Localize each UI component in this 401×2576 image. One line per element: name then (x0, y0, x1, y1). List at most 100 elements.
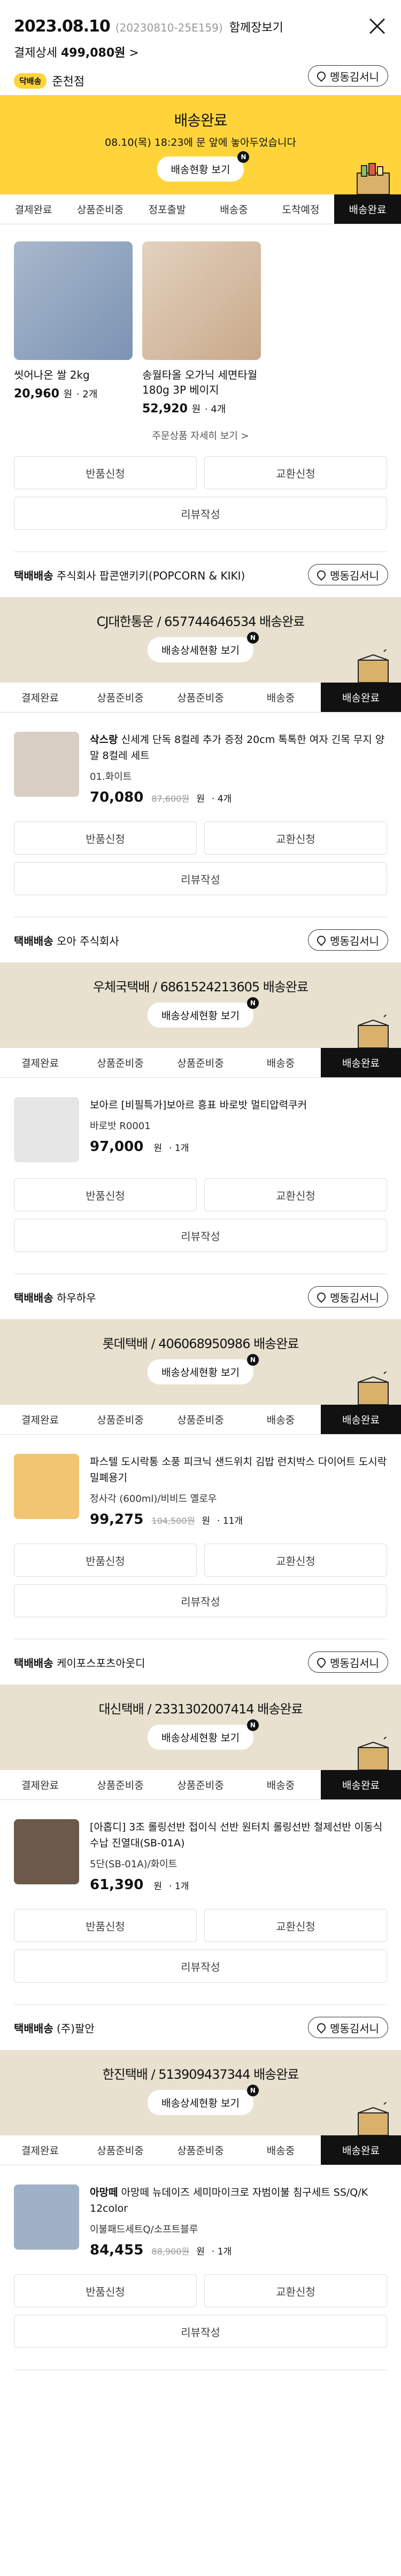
tab-paid[interactable]: 결제완료 (0, 1048, 80, 1077)
order-item[interactable]: 아망떼 아망떼 뉴데이즈 세미마이크로 자범이불 침구세트 SS/Q/K 12c… (0, 2165, 401, 2274)
tracking-detail-button[interactable]: 배송상세현황 보기 N (148, 1354, 259, 1384)
new-badge: N (246, 1354, 259, 1366)
new-badge: N (246, 1719, 259, 1731)
exchange-button[interactable]: 교환신청 (204, 1544, 387, 1577)
product-card[interactable]: 송월타올 오가닉 세면타월180g 3P 베이지 52,920 원 · 4개 (142, 241, 261, 416)
delivery-status-banner: 한진택배 / 513909437344 배송완료 배송상세현황 보기 N (0, 2050, 401, 2135)
review-button[interactable]: 리뷰작성 (14, 1584, 387, 1617)
tab-shipping[interactable]: 배송중 (241, 683, 321, 712)
carrier-row: 택배배송 주식회사 팝콘앤키키(POPCORN & KIKI) 멩동김서니 (0, 552, 401, 597)
tab-paid[interactable]: 결제완료 (0, 2135, 80, 2165)
return-button[interactable]: 반품신청 (14, 2274, 197, 2307)
location-pin-icon (315, 1290, 328, 1303)
tracking-button[interactable]: 배송현황 보기 N (157, 151, 250, 182)
tab-preparing[interactable]: 상품준비중 (80, 2135, 160, 2165)
seller-name: 오아 주식회사 (56, 934, 119, 948)
location-pin-icon (315, 2021, 328, 2034)
order-date: 2023.08.10 (14, 17, 111, 36)
together-link[interactable]: 함께장보기 (229, 18, 283, 35)
return-button[interactable]: 반품신청 (14, 456, 197, 489)
delivery-box-icon (358, 1372, 389, 1405)
order-detail-link[interactable]: 주문상품 자세히 보기 > (0, 428, 401, 442)
tab-shipping[interactable]: 배송중 (241, 1405, 321, 1434)
tab-shipping[interactable]: 배송중 (241, 2135, 321, 2165)
tab-shipping[interactable]: 배송중 (241, 1770, 321, 1799)
item-brand: 아망떼 (90, 2187, 118, 2198)
review-button[interactable]: 리뷰작성 (14, 1219, 387, 1252)
tab-preparing[interactable]: 상품준비중 (160, 1770, 241, 1799)
tracking-detail-button[interactable]: 배송상세현황 보기 N (148, 632, 259, 662)
tab-paid[interactable]: 결제완료 (0, 683, 80, 712)
address-button[interactable]: 멩동김서니 (308, 65, 388, 87)
tab-preparing[interactable]: 상품준비중 (160, 683, 241, 712)
item-price: 99,275 104,500원 원 · 11개 (90, 1512, 243, 1528)
seller-name: 주식회사 팝콘앤키키(POPCORN & KIKI) (56, 569, 245, 582)
tab-preparing[interactable]: 상품준비중 (80, 1405, 160, 1434)
exchange-button[interactable]: 교환신청 (204, 1178, 387, 1211)
tracking-detail-button[interactable]: 배송상세현황 보기 N (148, 1719, 259, 1750)
carrier-row: 택배배송 (주)팔안 멩동김서니 (0, 2005, 401, 2050)
address-button[interactable]: 멩동김서니 (308, 564, 388, 585)
order-item[interactable]: 삭스랑 신세계 단독 8컬레 추가 증정 20cm 톡톡한 여자 긴목 무지 양… (0, 712, 401, 821)
tab-shipping[interactable]: 배송중 (200, 194, 267, 224)
tab-preparing[interactable]: 상품준비중 (160, 1405, 241, 1434)
order-item[interactable]: [아홉디] 3조 롤링선반 접이식 선반 원터치 롤링선반 철제선반 이동식 수… (0, 1800, 401, 1909)
tab-paid[interactable]: 결제완료 (0, 194, 67, 224)
tab-departed[interactable]: 정포출발 (134, 194, 200, 224)
exchange-button[interactable]: 교환신청 (204, 821, 387, 855)
status-desc: 08.10(목) 18:23에 문 앞에 놓아두었습니다 (105, 137, 296, 148)
tab-arriving[interactable]: 도착예정 (267, 194, 334, 224)
tab-delivered[interactable]: 배송완료 (321, 1048, 401, 1077)
tab-preparing[interactable]: 상품준비중 (160, 2135, 241, 2165)
tab-paid[interactable]: 결제완료 (0, 1770, 80, 1799)
address-button[interactable]: 멩동김서니 (308, 2017, 388, 2038)
tab-delivered[interactable]: 배송완료 (321, 2135, 401, 2165)
item-name: 아망떼 뉴데이즈 세미마이크로 자범이불 침구세트 SS/Q/K 12color (90, 2187, 368, 2214)
tab-preparing[interactable]: 상품준비중 (67, 194, 134, 224)
tab-preparing[interactable]: 상품준비중 (160, 1048, 241, 1077)
tab-paid[interactable]: 결제완료 (0, 1405, 80, 1434)
address-button[interactable]: 멩동김서니 (308, 1651, 388, 1673)
item-brand: 삭스랑 (90, 734, 118, 746)
review-button[interactable]: 리뷰작성 (14, 2315, 387, 2348)
review-button[interactable]: 리뷰작성 (14, 1949, 387, 1983)
review-button[interactable]: 리뷰작성 (14, 497, 387, 530)
tab-delivered[interactable]: 배송완료 (321, 1770, 401, 1799)
exchange-button[interactable]: 교환신청 (204, 456, 387, 489)
item-image (14, 2184, 79, 2250)
product-name: 씻어나온 쌀 2kg (14, 369, 90, 381)
address-button[interactable]: 멩동김서니 (308, 1286, 388, 1307)
item-image (14, 732, 79, 797)
location-pin-icon (315, 934, 328, 946)
tab-delivered[interactable]: 배송완료 (321, 683, 401, 712)
carrier-row: 택배배송 케이포스포츠아웃디 멩동김서니 (0, 1640, 401, 1685)
return-button[interactable]: 반품신청 (14, 1178, 197, 1211)
close-icon[interactable] (368, 17, 386, 35)
tab-shipping[interactable]: 배송중 (241, 1048, 321, 1077)
tracking-detail-button[interactable]: 배송상세현황 보기 N (148, 997, 259, 1028)
review-button[interactable]: 리뷰작성 (14, 862, 387, 895)
delivery-status-banner: 우체국택배 / 6861524213605 배송완료 배송상세현황 보기 N (0, 962, 401, 1048)
order-item[interactable]: 파스텔 도시락통 소풍 피크닉 샌드위치 김밥 런치박스 다이어트 도시락 밀폐… (0, 1435, 401, 1544)
tab-preparing[interactable]: 상품준비중 (80, 1770, 160, 1799)
exchange-button[interactable]: 교환신청 (204, 2274, 387, 2307)
order-item[interactable]: 보아르 [비필특가]보아르 흥표 바로밧 멀티압력쿠커 바로밧 R0001 97… (0, 1078, 401, 1178)
tab-delivered[interactable]: 배송완료 (321, 1405, 401, 1434)
tab-preparing[interactable]: 상품준비중 (80, 1048, 160, 1077)
tab-preparing[interactable]: 상품준비중 (80, 683, 160, 712)
address-button[interactable]: 멩동김서니 (308, 929, 388, 951)
return-button[interactable]: 반품신청 (14, 1544, 197, 1577)
tab-delivered[interactable]: 배송완료 (334, 194, 401, 224)
delivery-box-icon (358, 2102, 389, 2135)
status-title: 배송완료 (174, 112, 227, 129)
seller-name: 케이포스포츠아웃디 (56, 1656, 145, 1670)
payment-detail-link[interactable]: 결제상세 499,080원 > (14, 43, 387, 60)
product-card[interactable]: 씻어나온 쌀 2kg 20,960 원 · 2개 (14, 241, 133, 416)
return-button[interactable]: 반품신청 (14, 821, 197, 855)
return-button[interactable]: 반품신청 (14, 1909, 197, 1942)
delivery-status-tabs: 결제완료 상품준비중 상품준비중 배송중 배송완료 (0, 2135, 401, 2165)
delivery-status-banner: CJ대한통운 / 657744646534 배송완료 배송상세현황 보기 N (0, 597, 401, 683)
exchange-button[interactable]: 교환신청 (204, 1909, 387, 1942)
delivery-status-banner: 대신택배 / 2331302007414 배송완료 배송상세현황 보기 N (0, 1685, 401, 1770)
tracking-detail-button[interactable]: 배송상세현황 보기 N (148, 2085, 259, 2115)
